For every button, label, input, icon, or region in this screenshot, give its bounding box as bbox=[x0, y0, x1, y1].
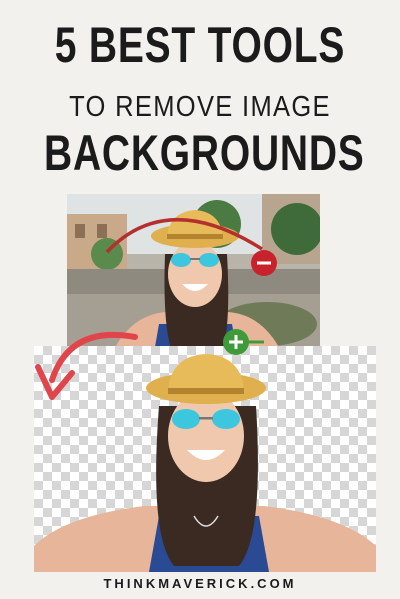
minus-circle-icon bbox=[251, 250, 277, 276]
site-url: THINKMAVERICK.COM bbox=[103, 576, 297, 591]
title-line-1: 5 BEST TOOLS bbox=[54, 17, 346, 73]
plus-circle-icon bbox=[223, 329, 264, 355]
title-line-3: BACKGROUNDS bbox=[44, 125, 365, 181]
curved-arrow-icon bbox=[35, 331, 138, 400]
title-line-2: TO REMOVE IMAGE bbox=[69, 91, 331, 123]
